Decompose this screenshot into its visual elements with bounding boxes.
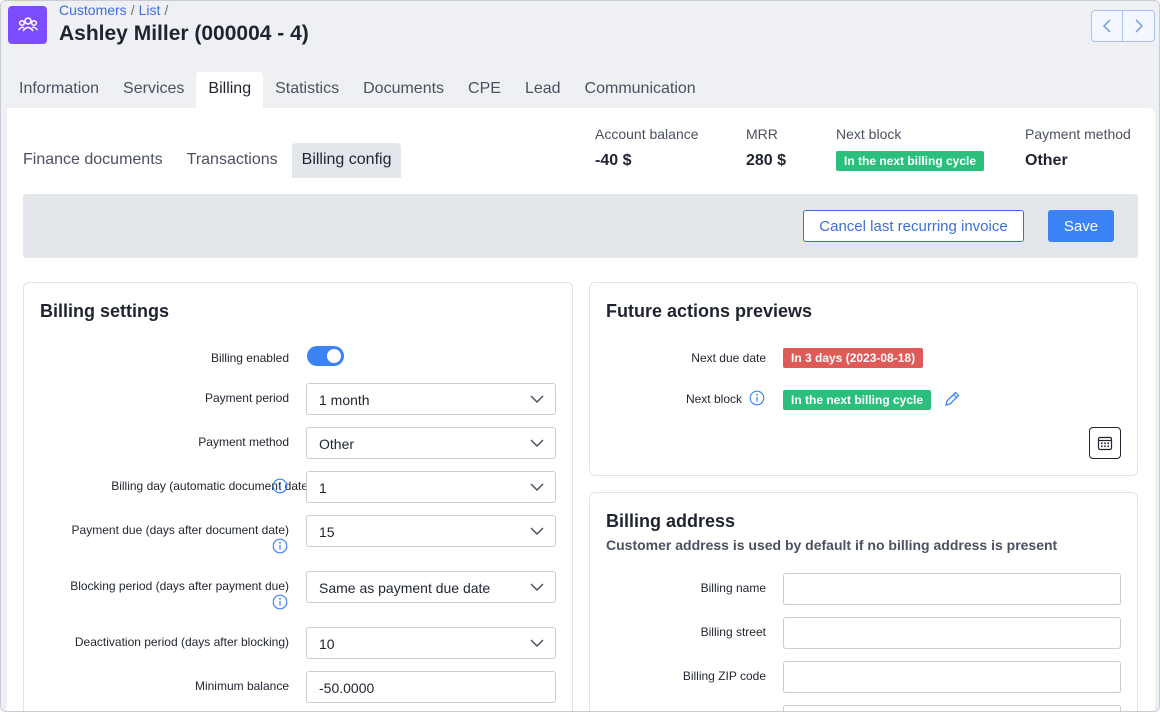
tab-lead[interactable]: Lead [513, 72, 573, 108]
payment-method-field-label: Payment method [198, 435, 289, 449]
billing-street-input[interactable] [783, 617, 1121, 649]
next-record-button[interactable] [1123, 10, 1155, 42]
page-header: Customers / List / Ashley Miller (000004 - … [1, 1, 1159, 67]
account-balance-label: Account balance [595, 126, 699, 142]
billing-address-subtitle: Customer address is used by default if n… [606, 537, 1058, 553]
payment-period-select[interactable]: 1 month [306, 383, 556, 415]
chevron-down-icon [530, 639, 544, 648]
billing-content: Finance documents Transactions Billing c… [7, 108, 1155, 711]
account-balance-value: -40 $ [595, 152, 632, 169]
calendar-icon [1097, 436, 1113, 451]
breadcrumb-separator: / [130, 2, 135, 18]
minimum-balance-input[interactable]: -50.0000 [306, 671, 556, 703]
tab-services[interactable]: Services [111, 72, 196, 108]
next-due-date-label: Next due date [691, 351, 766, 365]
calendar-button[interactable] [1089, 427, 1121, 459]
chevron-down-icon [530, 395, 544, 404]
billing-address-card: Billing address Customer address is used… [589, 492, 1138, 711]
next-block-label: Next block [836, 126, 902, 142]
customers-group-icon[interactable] [8, 6, 47, 44]
next-block-field-label: Next block [685, 392, 742, 406]
app-window: Customers / List / Ashley Miller (000004 - … [0, 0, 1160, 712]
payment-method-field-value: Other [319, 436, 355, 452]
main-tabs: Information Services Billing Statistics … [7, 72, 708, 108]
tab-finance-documents[interactable]: Finance documents [13, 143, 173, 178]
blocking-period-value: Same as payment due date [319, 580, 491, 596]
billing-zip-label: Billing ZIP code [682, 669, 766, 683]
payment-period-label: Payment period [204, 391, 289, 405]
status-badge: In the next billing cycle [836, 151, 985, 171]
chevron-down-icon [530, 583, 544, 592]
billing-settings-title: Billing settings [40, 301, 170, 321]
billing-enabled-label: Billing enabled [210, 351, 289, 365]
future-actions-title: Future actions previews [606, 301, 813, 321]
page-title: Ashley Miller (000004 - 4) [59, 22, 309, 45]
deactivation-period-value: 10 [319, 636, 335, 652]
breadcrumb-customers-link[interactable]: Customers [59, 2, 127, 18]
billing-day-value: 1 [319, 480, 327, 496]
chevron-left-icon [1102, 19, 1111, 33]
billing-name-input[interactable] [783, 573, 1121, 605]
mrr-summary: MRR 280 $ [746, 126, 786, 170]
breadcrumb-list-link[interactable]: List [139, 2, 161, 18]
breadcrumb: Customers / List / [59, 2, 172, 18]
next-due-date-badge: In 3 days (2023-08-18) [783, 348, 924, 368]
tab-documents[interactable]: Documents [351, 72, 456, 108]
minimum-balance-value: -50.0000 [319, 680, 375, 696]
payment-method-value: Other [1025, 152, 1068, 169]
tab-communication[interactable]: Communication [573, 72, 708, 108]
billing-settings-card: Billing settings Billing enabled Payment… [23, 282, 573, 711]
billing-sub-tabs: Finance documents Transactions Billing c… [13, 143, 405, 178]
deactivation-period-select[interactable]: 10 [306, 627, 556, 659]
mrr-value: 280 $ [746, 152, 787, 169]
billing-street-label: Billing street [700, 625, 766, 639]
blocking-period-select[interactable]: Same as payment due date [306, 571, 556, 603]
payment-due-value: 15 [319, 524, 335, 540]
tab-information[interactable]: Information [7, 72, 111, 108]
info-icon[interactable] [272, 478, 288, 494]
pencil-icon[interactable] [943, 390, 961, 408]
tab-statistics[interactable]: Statistics [263, 72, 351, 108]
next-block-summary: Next block In the next billing cycle [836, 126, 985, 171]
action-bar: Cancel last recurring invoice Save [23, 194, 1138, 258]
tab-cpe[interactable]: CPE [456, 72, 513, 108]
chevron-down-icon [530, 439, 544, 448]
deactivation-period-label: Deactivation period (days after blocking… [74, 635, 289, 649]
billing-name-label: Billing name [700, 581, 766, 595]
previous-record-button[interactable] [1091, 10, 1123, 42]
info-icon[interactable] [272, 594, 288, 610]
tab-transactions[interactable]: Transactions [177, 143, 288, 178]
payment-method-select[interactable]: Other [306, 427, 556, 459]
billing-address-title: Billing address [606, 511, 736, 531]
payment-due-select[interactable]: 15 [306, 515, 556, 547]
billing-enabled-toggle[interactable] [307, 346, 344, 366]
chevron-right-icon [1134, 19, 1143, 33]
next-block-badge: In the next billing cycle [783, 390, 932, 410]
tab-billing-config[interactable]: Billing config [291, 143, 402, 178]
future-actions-card: Future actions previews Next due date In… [589, 282, 1138, 476]
chevron-down-icon [530, 527, 544, 536]
payment-due-label: Payment due (days after document date) [71, 523, 289, 537]
payment-period-value: 1 month [319, 392, 370, 408]
toggle-knob [327, 349, 341, 363]
payment-method-label: Payment method [1025, 126, 1131, 142]
billing-zip-input[interactable] [783, 661, 1121, 693]
save-button[interactable]: Save [1048, 210, 1114, 242]
cancel-last-recurring-invoice-button[interactable]: Cancel last recurring invoice [803, 210, 1024, 242]
blocking-period-label: Blocking period (days after payment due) [70, 579, 289, 593]
record-navigation [1091, 10, 1155, 42]
mrr-label: MRR [746, 126, 778, 142]
billing-day-select[interactable]: 1 [306, 471, 556, 503]
tab-billing[interactable]: Billing [196, 72, 264, 108]
minimum-balance-label: Minimum balance [194, 679, 289, 693]
chevron-down-icon [530, 483, 544, 492]
info-icon[interactable] [749, 390, 765, 406]
info-icon[interactable] [272, 538, 288, 554]
payment-method-summary: Payment method Other [1025, 126, 1131, 170]
breadcrumb-separator: / [164, 2, 169, 18]
billing-city-input[interactable] [783, 705, 1121, 711]
account-balance-summary: Account balance -40 $ [595, 126, 699, 170]
